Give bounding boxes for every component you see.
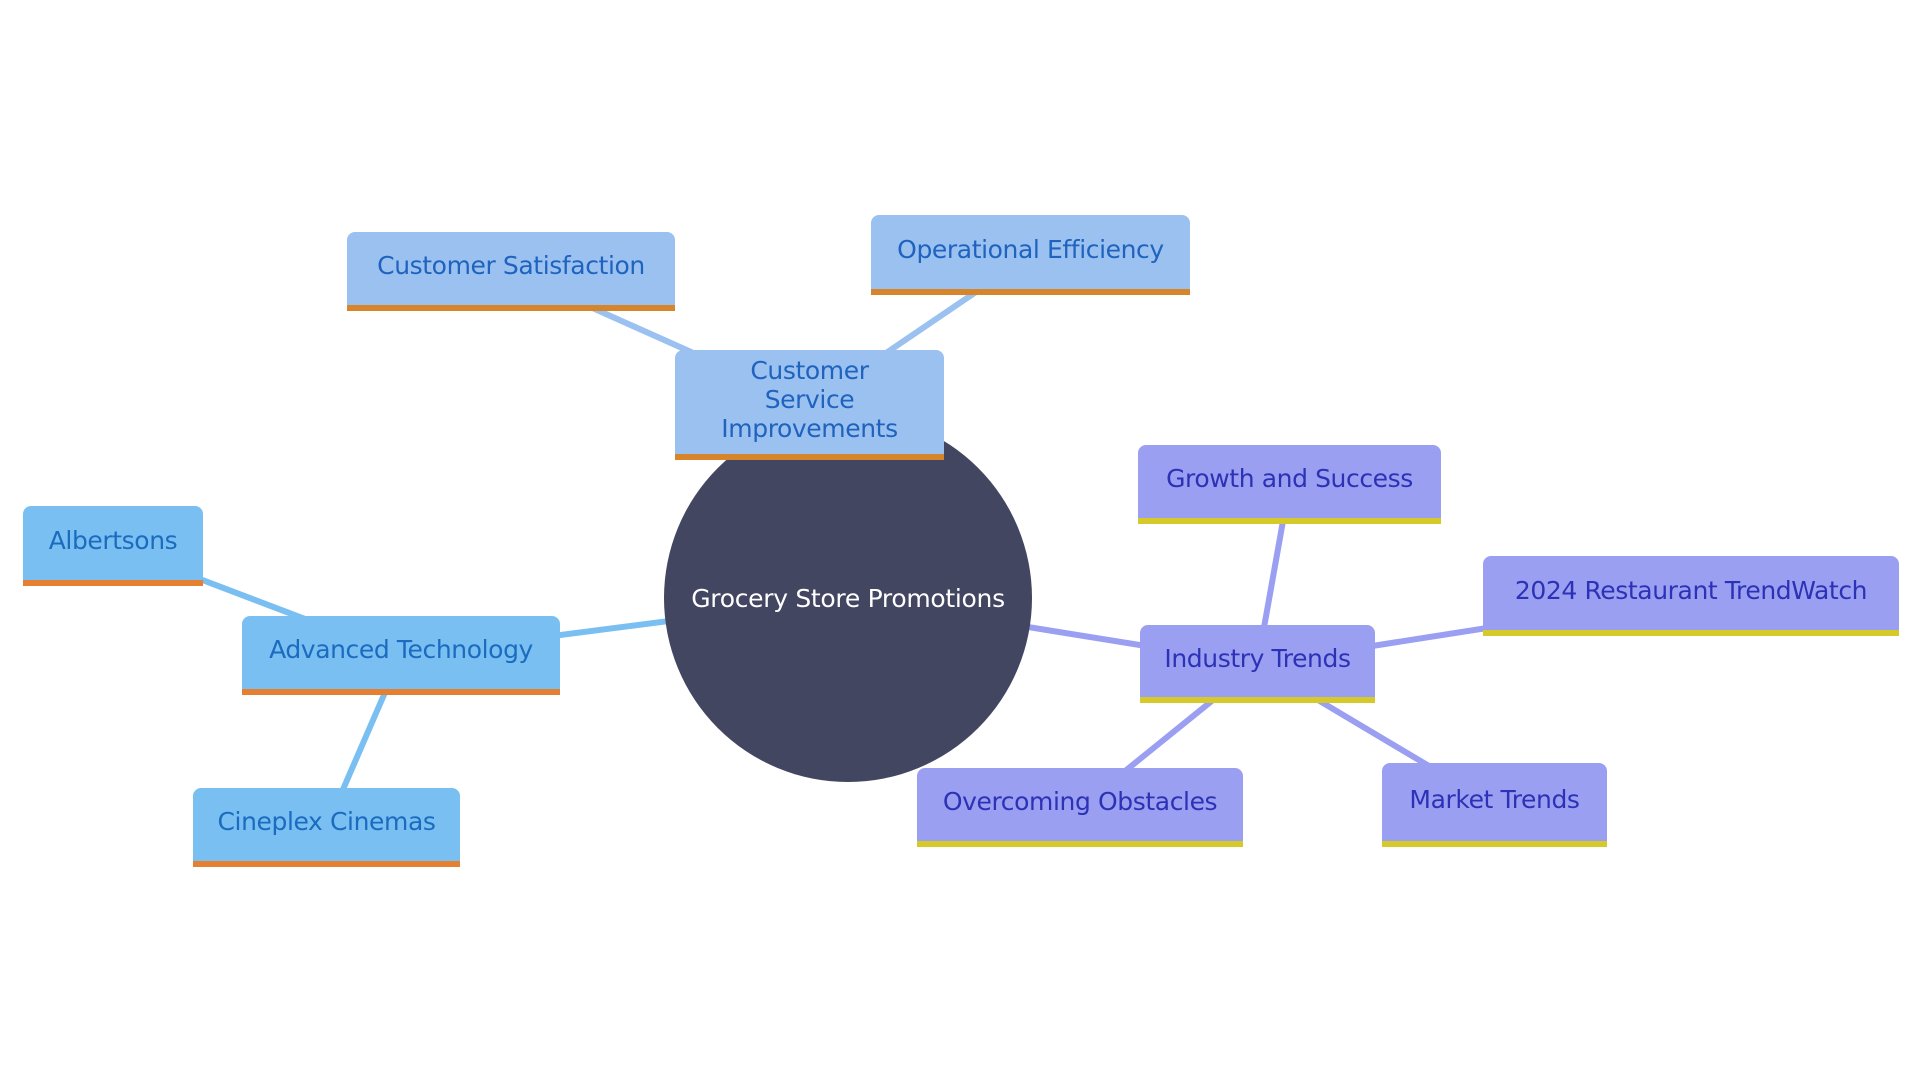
root-node-label: Grocery Store Promotions: [691, 583, 1005, 613]
node-label: Growth and Success: [1166, 464, 1413, 493]
node-operational-efficiency[interactable]: Operational Efficiency: [871, 215, 1190, 295]
node-advanced-technology[interactable]: Advanced Technology: [242, 616, 560, 695]
node-label: Customer Satisfaction: [377, 251, 645, 280]
node-label: Industry Trends: [1164, 643, 1351, 673]
node-market-trends[interactable]: Market Trends: [1382, 763, 1607, 847]
node-label: Cineplex Cinemas: [217, 807, 436, 836]
node-label: Market Trends: [1409, 784, 1580, 814]
node-label: Customer Service Improvements: [721, 355, 898, 443]
node-cineplex-cinemas[interactable]: Cineplex Cinemas: [193, 788, 460, 867]
node-label: 2024 Restaurant TrendWatch: [1514, 575, 1868, 605]
node-label: Overcoming Obstacles: [942, 787, 1218, 816]
node-label: Operational Efficiency: [897, 234, 1164, 264]
node-industry-trends[interactable]: Industry Trends: [1140, 625, 1375, 703]
node-label: Albertsons: [48, 525, 178, 555]
node-label: Advanced Technology: [269, 635, 533, 664]
node-customer-satisfaction[interactable]: Customer Satisfaction: [347, 232, 675, 311]
node-2024-restaurant-trendwatch[interactable]: 2024 Restaurant TrendWatch: [1483, 556, 1899, 636]
node-albertsons[interactable]: Albertsons: [23, 506, 203, 586]
node-customer-service-improvements[interactable]: Customer Service Improvements: [675, 350, 944, 460]
node-overcoming-obstacles[interactable]: Overcoming Obstacles: [917, 768, 1243, 847]
root-node[interactable]: Grocery Store Promotions: [664, 414, 1032, 782]
node-growth-and-success[interactable]: Growth and Success: [1138, 445, 1441, 524]
